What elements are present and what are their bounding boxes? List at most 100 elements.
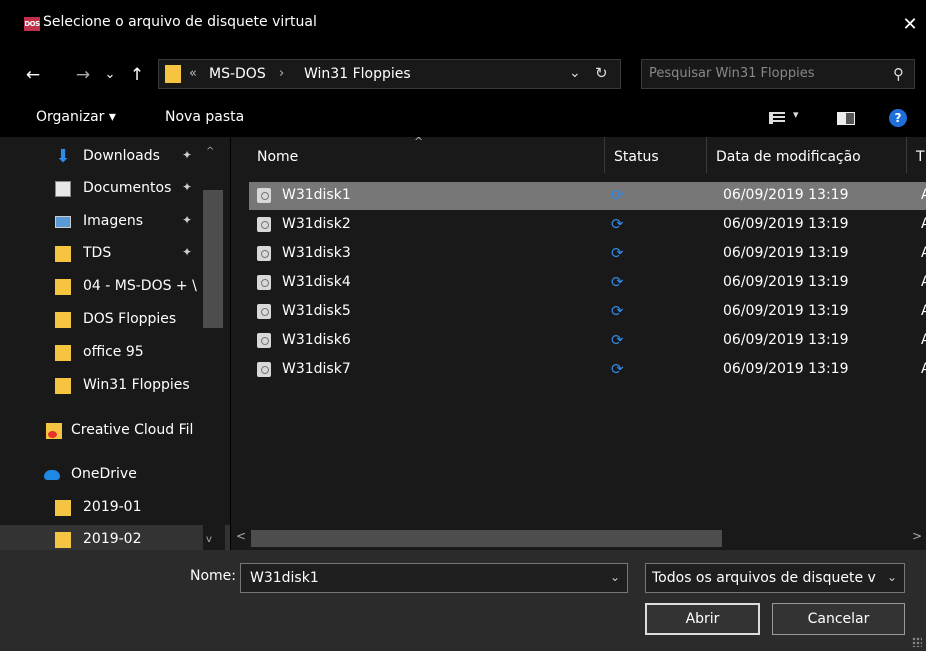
- column-header-name[interactable]: Nome: [249, 137, 298, 173]
- table-row[interactable]: W31disk7 ⟳ 06/09/2019 13:19 A: [249, 356, 926, 384]
- back-button[interactable]: ←: [22, 63, 44, 87]
- onedrive-icon: [44, 470, 60, 480]
- file-name: W31disk6: [282, 332, 351, 348]
- column-divider[interactable]: [706, 137, 707, 173]
- organize-button[interactable]: Organizar ▾: [36, 109, 116, 125]
- open-button[interactable]: Abrir: [645, 603, 760, 635]
- view-options-icon[interactable]: [769, 112, 785, 124]
- table-row[interactable]: W31disk3 ⟳ 06/09/2019 13:19 A: [249, 240, 926, 268]
- column-divider[interactable]: [604, 137, 605, 173]
- nav-item-label: Creative Cloud Fil: [71, 422, 194, 438]
- breadcrumb-ms-dos[interactable]: MS-DOS: [209, 66, 266, 82]
- file-name: W31disk2: [282, 216, 351, 232]
- nav-item-dos-floppies[interactable]: DOS Floppies: [0, 305, 230, 335]
- file-name: W31disk4: [282, 274, 351, 290]
- disk-image-file-icon: [257, 333, 271, 348]
- scroll-right-icon[interactable]: >: [912, 529, 922, 543]
- download-icon: ⬇: [55, 146, 71, 167]
- breadcrumb-overflow[interactable]: «: [189, 66, 197, 81]
- address-bar[interactable]: « MS-DOS › Win31 Floppies ⌄ ↻: [158, 59, 621, 89]
- file-type: A: [921, 303, 926, 319]
- resize-grip-icon[interactable]: [912, 637, 922, 647]
- folder-icon: [55, 279, 71, 295]
- disk-image-file-icon: [257, 246, 271, 261]
- column-header-type[interactable]: T: [908, 137, 925, 173]
- file-name: W31disk3: [282, 245, 351, 261]
- folder-icon: [55, 345, 71, 361]
- up-button[interactable]: ↑: [126, 63, 148, 87]
- folder-icon: [55, 532, 71, 548]
- forward-button[interactable]: →: [72, 63, 94, 87]
- file-type-filter[interactable]: Todos os arquivos de disquete v ⌄: [645, 563, 905, 593]
- scroll-down-icon[interactable]: v: [206, 534, 212, 545]
- sort-ascending-icon: ^: [414, 137, 424, 148]
- refresh-icon[interactable]: ↻: [595, 64, 608, 82]
- file-type: A: [921, 332, 926, 348]
- chevron-down-icon[interactable]: ⌄: [887, 570, 897, 584]
- images-icon: [55, 216, 71, 228]
- file-date: 06/09/2019 13:19: [723, 361, 849, 377]
- column-header-status[interactable]: Status: [606, 137, 659, 173]
- nav-item-2019-02[interactable]: 2019-02: [0, 525, 230, 550]
- recent-locations-button[interactable]: ⌄: [102, 63, 118, 87]
- close-button[interactable]: ✕: [894, 10, 926, 40]
- navigation-pane: ⬇ Downloads ✦ Documentos ✦ Imagens ✦ TDS…: [0, 137, 230, 550]
- app-icon: DOS: [24, 17, 40, 31]
- nav-item-label: OneDrive: [71, 466, 137, 482]
- nav-item-label: Documentos: [83, 180, 172, 196]
- disk-image-file-icon: [257, 304, 271, 319]
- navigation-bar: ← → ⌄ ↑ « MS-DOS › Win31 Floppies ⌄ ↻ Pe…: [0, 55, 926, 95]
- table-row[interactable]: W31disk2 ⟳ 06/09/2019 13:19 A: [249, 211, 926, 239]
- file-type-filter-value[interactable]: Todos os arquivos de disquete v: [652, 570, 877, 586]
- table-row[interactable]: W31disk4 ⟳ 06/09/2019 13:19 A: [249, 269, 926, 297]
- nav-item-label: TDS: [83, 245, 112, 261]
- nav-item-label: 2019-01: [83, 499, 142, 515]
- title-bar: DOS Selecione o arquivo de disquete virt…: [0, 0, 926, 42]
- nav-item-office-95[interactable]: office 95: [0, 338, 230, 368]
- nav-item-label: DOS Floppies: [83, 311, 177, 327]
- breadcrumb-win31-floppies[interactable]: Win31 Floppies: [304, 66, 411, 82]
- column-header-date-modified[interactable]: Data de modificação: [708, 137, 861, 173]
- help-icon[interactable]: ?: [889, 109, 907, 127]
- scroll-left-icon[interactable]: <: [236, 529, 246, 543]
- preview-pane-icon[interactable]: [837, 112, 855, 125]
- new-folder-button[interactable]: Nova pasta: [165, 109, 244, 125]
- file-name: W31disk1: [282, 187, 351, 203]
- nav-item-documentos[interactable]: Documentos ✦: [0, 174, 230, 204]
- nav-item-04-ms-dos[interactable]: 04 - MS-DOS + \: [0, 272, 230, 302]
- nav-item-tds[interactable]: TDS ✦: [0, 239, 230, 269]
- document-icon: [55, 181, 71, 197]
- pin-icon: ✦: [182, 213, 193, 227]
- folder-icon: [55, 246, 71, 262]
- horizontal-scrollbar-thumb[interactable]: [251, 530, 722, 547]
- sync-pending-icon: ⟳: [611, 273, 624, 291]
- file-name-field[interactable]: W31disk1 ⌄: [240, 563, 628, 593]
- nav-item-2019-01[interactable]: 2019-01: [0, 493, 230, 523]
- nav-item-label: Win31 Floppies: [83, 377, 190, 393]
- column-divider[interactable]: [906, 137, 907, 173]
- file-date: 06/09/2019 13:19: [723, 303, 849, 319]
- nav-item-imagens[interactable]: Imagens ✦: [0, 207, 230, 237]
- nav-item-label: Imagens: [83, 213, 144, 229]
- file-type: A: [921, 361, 926, 377]
- nav-item-onedrive[interactable]: OneDrive: [0, 460, 230, 490]
- search-icon[interactable]: ⚲: [893, 65, 904, 83]
- nav-item-win31-floppies[interactable]: Win31 Floppies: [0, 371, 230, 401]
- chevron-down-icon[interactable]: ⌄: [610, 570, 620, 584]
- scroll-up-icon[interactable]: ^: [206, 146, 214, 157]
- table-row[interactable]: W31disk5 ⟳ 06/09/2019 13:19 A: [249, 298, 926, 326]
- nav-item-creative-cloud[interactable]: Creative Cloud Fil: [0, 416, 230, 446]
- search-input[interactable]: Pesquisar Win31 Floppies: [649, 66, 815, 81]
- search-box[interactable]: Pesquisar Win31 Floppies ⚲: [641, 59, 915, 89]
- file-date: 06/09/2019 13:19: [723, 332, 849, 348]
- file-name-value[interactable]: W31disk1: [250, 570, 319, 586]
- chevron-down-icon[interactable]: ⌄: [569, 65, 581, 81]
- table-row[interactable]: W31disk6 ⟳ 06/09/2019 13:19 A: [249, 327, 926, 355]
- cancel-button[interactable]: Cancelar: [772, 603, 905, 635]
- pin-icon: ✦: [182, 245, 193, 259]
- nav-scrollbar-thumb[interactable]: [203, 190, 223, 328]
- chevron-down-icon[interactable]: ▾: [793, 108, 799, 121]
- table-row[interactable]: W31disk1 ⟳ 06/09/2019 13:19 A: [249, 182, 926, 210]
- nav-item-downloads[interactable]: ⬇ Downloads ✦: [0, 142, 230, 172]
- file-date: 06/09/2019 13:19: [723, 216, 849, 232]
